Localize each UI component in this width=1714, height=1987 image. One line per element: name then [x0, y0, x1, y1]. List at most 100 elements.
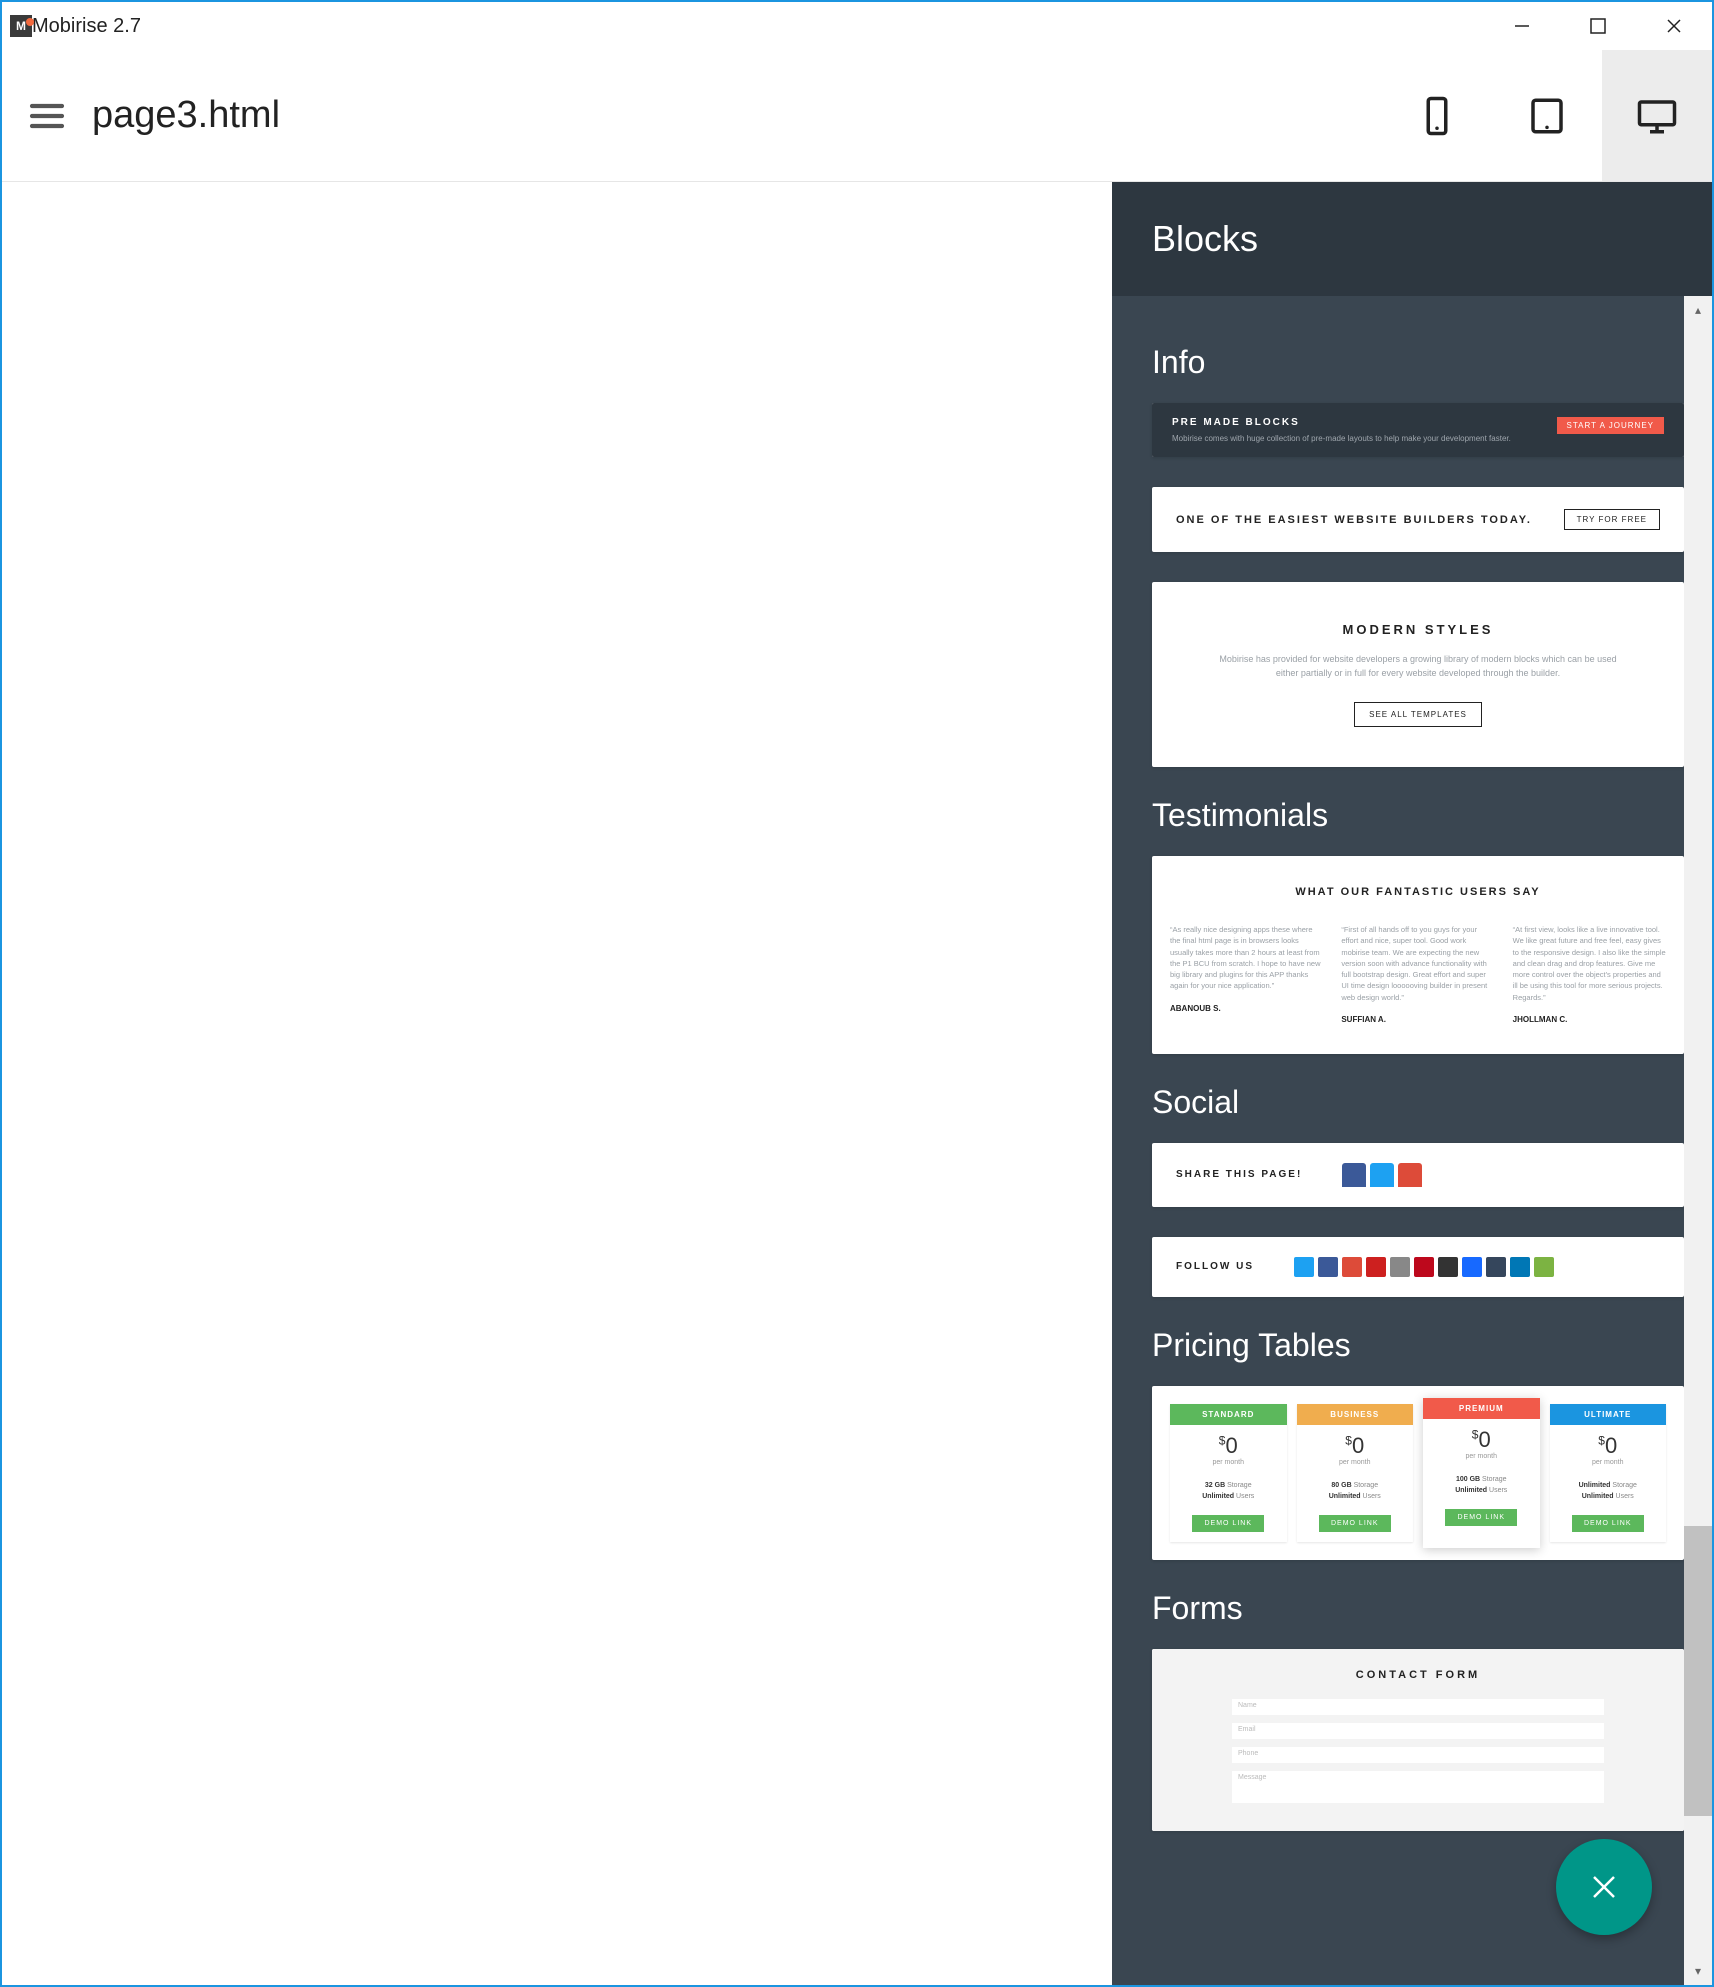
price-plan-name: PREMIUM — [1423, 1398, 1540, 1419]
testimonial-author: JHOLLMAN C. — [1513, 1015, 1666, 1024]
social-icon — [1398, 1163, 1422, 1187]
follow-icons — [1294, 1257, 1554, 1277]
price-button: DEMO LINK — [1445, 1509, 1517, 1526]
share-label: SHARE THIS PAGE! — [1176, 1169, 1302, 1180]
maximize-button[interactable] — [1560, 2, 1636, 50]
pricing-block[interactable]: STANDARD $0 per month 32 GB StorageUnlim… — [1152, 1386, 1684, 1560]
testimonial-quote: “At first view, looks like a live innova… — [1513, 924, 1666, 1003]
info1-heading: PRE MADE BLOCKS — [1172, 417, 1557, 428]
page-canvas[interactable] — [2, 182, 1112, 1985]
category-info-title: Info — [1152, 344, 1684, 381]
price-card: BUSINESS $0 per month 80 GB StorageUnlim… — [1297, 1404, 1414, 1542]
title-bar: Mobirise 2.7 — [0, 0, 1714, 50]
testi-heading: WHAT OUR FANTASTIC USERS SAY — [1170, 886, 1666, 898]
scroll-thumb[interactable] — [1684, 1526, 1712, 1816]
price-button: DEMO LINK — [1319, 1515, 1391, 1532]
info3-button: SEE ALL TEMPLATES — [1354, 702, 1482, 727]
price-plan-name: STANDARD — [1170, 1404, 1287, 1425]
follow-label: FOLLOW US — [1176, 1261, 1254, 1272]
mobile-icon — [1416, 95, 1458, 137]
price-amount: $0 — [1297, 1425, 1414, 1459]
social-icon — [1414, 1257, 1434, 1277]
share-icons — [1342, 1163, 1422, 1187]
testimonial-quote: “First of all hands off to you guys for … — [1341, 924, 1494, 1003]
price-period: per month — [1423, 1453, 1540, 1460]
panel-scrollbar[interactable]: ▴ ▾ — [1684, 296, 1712, 1985]
scroll-down-icon[interactable]: ▾ — [1684, 1957, 1712, 1985]
menu-button[interactable] — [2, 96, 92, 136]
testimonial-column: “First of all hands off to you guys for … — [1341, 924, 1494, 1024]
panel-body[interactable]: Info PRE MADE BLOCKS Mobirise comes with… — [1112, 296, 1712, 1985]
panel-title: Blocks — [1112, 182, 1712, 296]
social-icon — [1462, 1257, 1482, 1277]
info3-body: Mobirise has provided for website develo… — [1212, 653, 1624, 680]
forms-block[interactable]: CONTACT FORM Name Email Phone Message — [1152, 1649, 1684, 1831]
info3-heading: MODERN STYLES — [1212, 622, 1624, 637]
price-features: Unlimited StorageUnlimited Users — [1550, 1480, 1667, 1502]
testimonial-author: SUFFIAN A. — [1341, 1015, 1494, 1024]
testimonial-author: ABANOUB S. — [1170, 1004, 1323, 1013]
mobile-preview-button[interactable] — [1382, 50, 1492, 181]
price-plan-name: BUSINESS — [1297, 1404, 1414, 1425]
social-icon — [1390, 1257, 1410, 1277]
price-card: PREMIUM $0 per month 100 GB StorageUnlim… — [1423, 1398, 1540, 1548]
category-pricing-title: Pricing Tables — [1152, 1327, 1684, 1364]
testimonial-quote: “As really nice designing apps these whe… — [1170, 924, 1323, 992]
social-share-block[interactable]: SHARE THIS PAGE! — [1152, 1143, 1684, 1207]
window-controls — [1484, 2, 1712, 50]
social-icon — [1342, 1257, 1362, 1277]
desktop-icon — [1636, 95, 1678, 137]
desktop-preview-button[interactable] — [1602, 50, 1712, 181]
social-icon — [1366, 1257, 1386, 1277]
social-icon — [1370, 1163, 1394, 1187]
forms-heading: CONTACT FORM — [1232, 1669, 1604, 1681]
form-field: Phone — [1232, 1747, 1604, 1763]
social-icon — [1438, 1257, 1458, 1277]
social-icon — [1510, 1257, 1530, 1277]
testimonial-column: “As really nice designing apps these whe… — [1170, 924, 1323, 1024]
price-button: DEMO LINK — [1572, 1515, 1644, 1532]
close-button[interactable] — [1636, 2, 1712, 50]
app-icon — [10, 15, 32, 37]
price-card: STANDARD $0 per month 32 GB StorageUnlim… — [1170, 1404, 1287, 1542]
price-amount: $0 — [1423, 1419, 1540, 1453]
price-plan-name: ULTIMATE — [1550, 1404, 1667, 1425]
tablet-preview-button[interactable] — [1492, 50, 1602, 181]
price-amount: $0 — [1550, 1425, 1667, 1459]
price-period: per month — [1170, 1459, 1287, 1466]
price-amount: $0 — [1170, 1425, 1287, 1459]
price-card: ULTIMATE $0 per month Unlimited StorageU… — [1550, 1404, 1667, 1542]
price-features: 100 GB StorageUnlimited Users — [1423, 1474, 1540, 1496]
info-block-modern[interactable]: MODERN STYLES Mobirise has provided for … — [1152, 582, 1684, 767]
social-follow-block[interactable]: FOLLOW US — [1152, 1237, 1684, 1297]
testimonial-column: “At first view, looks like a live innova… — [1513, 924, 1666, 1024]
info1-sub: Mobirise comes with huge collection of p… — [1172, 434, 1557, 443]
form-field: Email — [1232, 1723, 1604, 1739]
social-icon — [1534, 1257, 1554, 1277]
scroll-up-icon[interactable]: ▴ — [1684, 296, 1712, 324]
window-title: Mobirise 2.7 — [32, 15, 1484, 38]
category-testimonials-title: Testimonials — [1152, 797, 1684, 834]
social-icon — [1486, 1257, 1506, 1277]
info1-button: START A JOURNEY — [1557, 417, 1664, 434]
testimonials-block[interactable]: WHAT OUR FANTASTIC USERS SAY “As really … — [1152, 856, 1684, 1054]
category-social-title: Social — [1152, 1084, 1684, 1121]
form-field: Name — [1232, 1699, 1604, 1715]
info2-button: TRY FOR FREE — [1564, 509, 1660, 530]
price-period: per month — [1550, 1459, 1667, 1466]
social-icon — [1294, 1257, 1314, 1277]
social-icon — [1318, 1257, 1338, 1277]
social-icon — [1342, 1163, 1366, 1187]
top-toolbar: page3.html — [2, 50, 1712, 182]
price-features: 32 GB StorageUnlimited Users — [1170, 1480, 1287, 1502]
info-block-easiest[interactable]: ONE OF THE EASIEST WEBSITE BUILDERS TODA… — [1152, 487, 1684, 552]
price-period: per month — [1297, 1459, 1414, 1466]
blocks-panel: Blocks Info PRE MADE BLOCKS Mobirise com… — [1112, 182, 1712, 1985]
price-features: 80 GB StorageUnlimited Users — [1297, 1480, 1414, 1502]
close-panel-fab[interactable] — [1556, 1839, 1652, 1935]
device-preview-toggles — [1382, 50, 1712, 181]
minimize-button[interactable] — [1484, 2, 1560, 50]
form-field: Message — [1232, 1771, 1604, 1803]
info-block-premade[interactable]: PRE MADE BLOCKS Mobirise comes with huge… — [1152, 403, 1684, 457]
tablet-icon — [1526, 95, 1568, 137]
